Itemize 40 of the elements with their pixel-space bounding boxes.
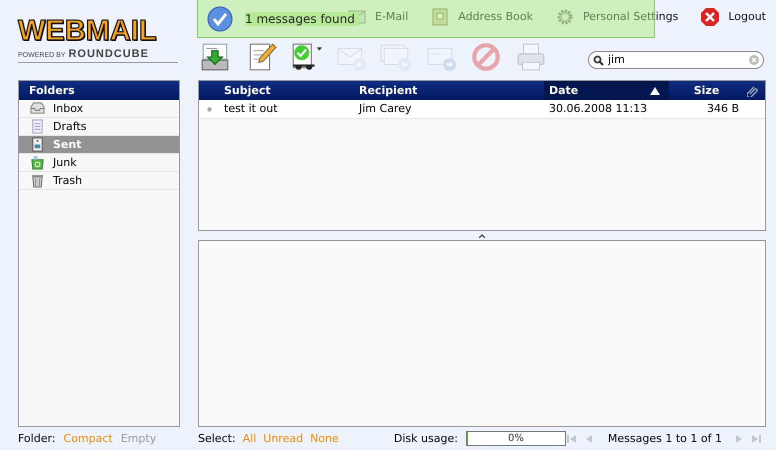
- panel-title: Folders: [19, 81, 179, 100]
- nav-link[interactable]: E-Mail: [375, 10, 408, 23]
- column-header[interactable]: Subject: [219, 81, 354, 100]
- bin-icon: [30, 173, 45, 188]
- sort-ascending-icon: [650, 86, 660, 94]
- message-count: Messages 1 to 1 of 1: [608, 432, 722, 445]
- bin-icon: [30, 155, 45, 170]
- nav-link[interactable]: Address Book: [458, 10, 533, 23]
- size-cell-text: 346 B: [706, 101, 740, 117]
- logo-wordmark: WEBMAIL: [18, 16, 157, 46]
- column-header[interactable]: Size: [669, 81, 744, 100]
- page-icon: [30, 119, 45, 134]
- tray-icon: [30, 101, 45, 116]
- logo-brand: ROUNDCUBE: [68, 48, 149, 60]
- page-icon: [30, 137, 45, 152]
- search-icon: [593, 54, 604, 66]
- folder-item[interactable]: Trash: [19, 172, 179, 190]
- date-cell-text: 30.06.2008 11:13: [548, 101, 648, 117]
- notification-text: 1 messages found: [245, 12, 359, 26]
- subject-cell-text: test it out: [223, 101, 279, 117]
- disk-usage-reading: 0%: [506, 432, 525, 445]
- clear-icon[interactable]: [749, 54, 759, 64]
- search-field[interactable]: jim: [588, 50, 764, 68]
- checkmark-icon: [207, 6, 233, 32]
- message-row[interactable]: test it out Jim Carey 30.06.2008 11:13 346 B: [199, 100, 765, 119]
- disk-usage-label: Disk usage:: [394, 432, 458, 445]
- folder-label: Folder:: [18, 432, 56, 445]
- folder-item[interactable]: Inbox: [19, 100, 179, 118]
- mark-button[interactable]: [290, 40, 322, 72]
- nav-link[interactable]: Logout: [728, 10, 766, 23]
- paperclip-icon: [747, 84, 759, 96]
- splitter-handle-icon[interactable]: [479, 234, 485, 238]
- column-header[interactable]: Recipient: [354, 81, 544, 100]
- select-label: Select:: [198, 432, 236, 445]
- column-header[interactable]: Date: [544, 81, 669, 100]
- status-dot-icon: [207, 107, 212, 112]
- logout-icon[interactable]: [700, 6, 720, 26]
- recipient-cell-text: Jim Carey: [358, 101, 412, 117]
- folder-item[interactable]: Junk: [19, 154, 179, 172]
- gear-icon[interactable]: [554, 6, 575, 26]
